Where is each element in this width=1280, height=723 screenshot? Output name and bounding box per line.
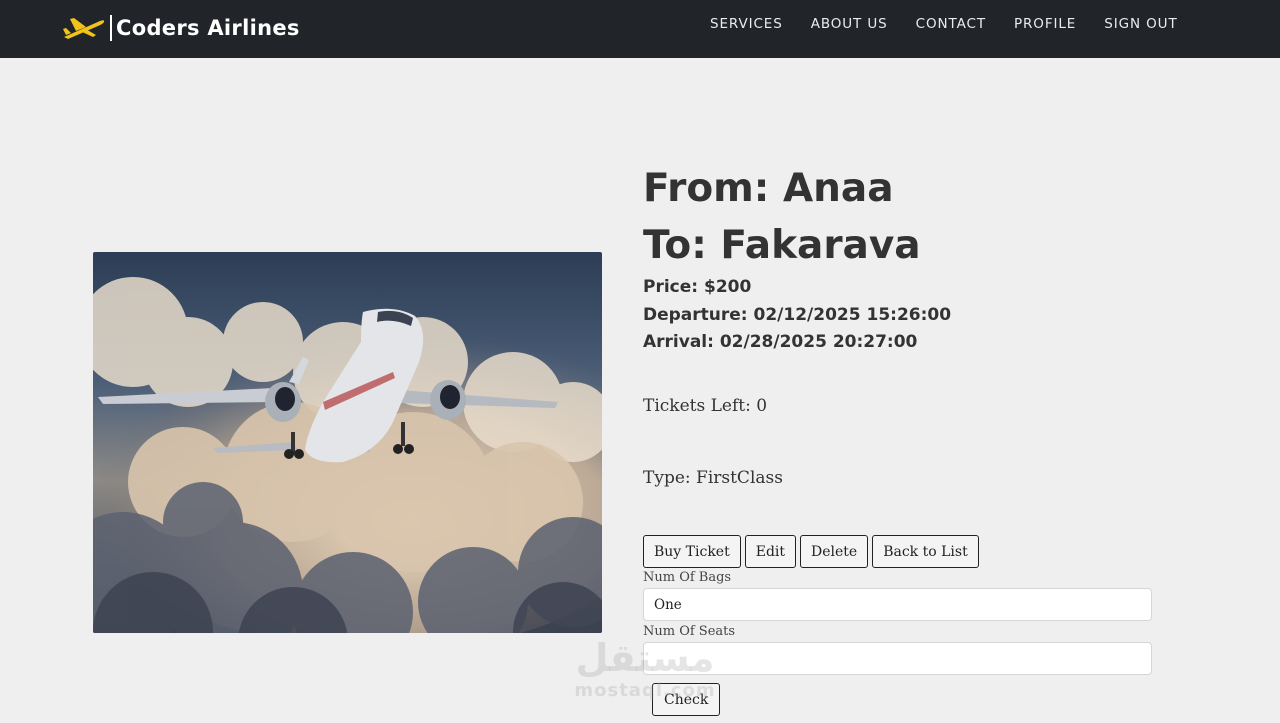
nav-about-us[interactable]: ABOUT US bbox=[797, 16, 902, 32]
nav-services[interactable]: SERVICES bbox=[696, 16, 797, 32]
arrival-text: Arrival: 02/28/2025 20:27:00 bbox=[643, 332, 918, 352]
bags-label: Num Of Bags bbox=[643, 570, 732, 585]
plane-logo-icon bbox=[63, 18, 105, 39]
brand-logo-link[interactable]: Coders Airlines bbox=[62, 10, 300, 46]
brand-name: Coders Airlines bbox=[116, 16, 300, 40]
route-to-heading: To: Fakarava bbox=[643, 223, 921, 268]
nav-links: SERVICES ABOUT US CONTACT PROFILE SIGN O… bbox=[696, 16, 1192, 32]
bags-input[interactable] bbox=[643, 588, 1152, 621]
check-button[interactable]: Check bbox=[652, 683, 721, 716]
top-navbar: Coders Airlines SERVICES ABOUT US CONTAC… bbox=[0, 0, 1280, 58]
back-to-list-button[interactable]: Back to List bbox=[872, 535, 979, 568]
price-text: Price: $200 bbox=[643, 277, 752, 297]
nav-contact[interactable]: CONTACT bbox=[902, 16, 1000, 32]
action-buttons: Buy Ticket Edit Delete Back to List bbox=[643, 535, 979, 568]
buy-ticket-button[interactable]: Buy Ticket bbox=[643, 535, 741, 568]
departure-text: Departure: 02/12/2025 15:26:00 bbox=[643, 304, 952, 325]
flight-details: From: Anaa To: Fakarava Price: $200 Depa… bbox=[643, 160, 1203, 488]
flight-photo bbox=[93, 252, 602, 633]
brand-divider bbox=[110, 15, 112, 41]
ticket-type-text: Type: FirstClass bbox=[643, 468, 783, 488]
delete-button[interactable]: Delete bbox=[800, 535, 869, 568]
nav-profile[interactable]: PROFILE bbox=[1000, 16, 1090, 32]
nav-sign-out[interactable]: SIGN OUT bbox=[1090, 16, 1191, 32]
seats-label: Num Of Seats bbox=[643, 624, 736, 639]
route-from-heading: From: Anaa bbox=[643, 166, 894, 211]
edit-button[interactable]: Edit bbox=[744, 535, 797, 568]
tickets-left-text: Tickets Left: 0 bbox=[643, 396, 768, 416]
seats-input[interactable] bbox=[643, 642, 1152, 675]
